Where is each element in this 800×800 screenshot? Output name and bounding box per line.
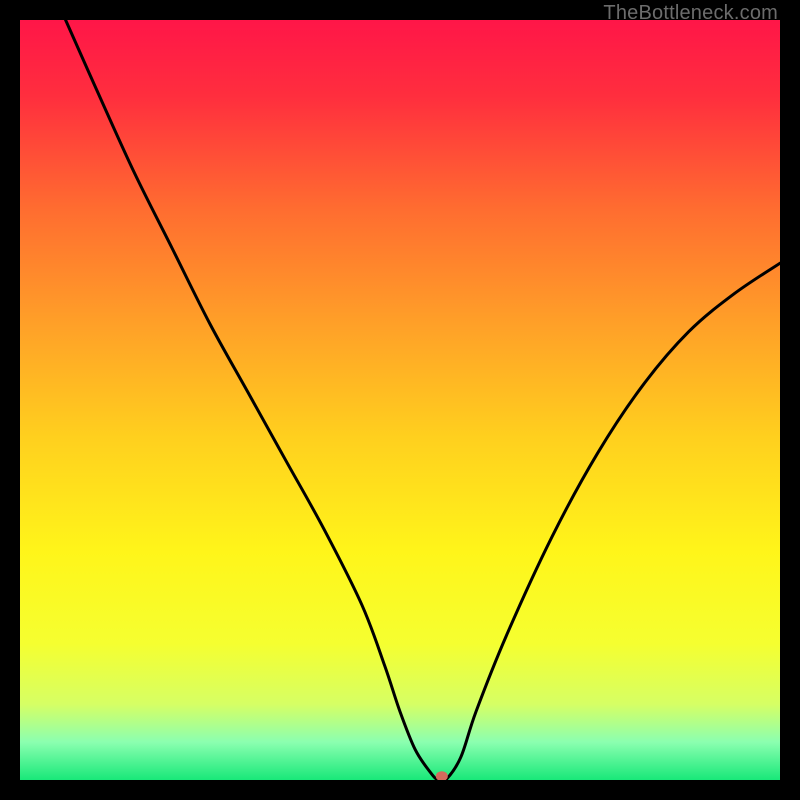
chart-frame [20,20,780,780]
gradient-background [20,20,780,780]
bottleneck-chart [20,20,780,780]
watermark-text: TheBottleneck.com [603,2,778,25]
